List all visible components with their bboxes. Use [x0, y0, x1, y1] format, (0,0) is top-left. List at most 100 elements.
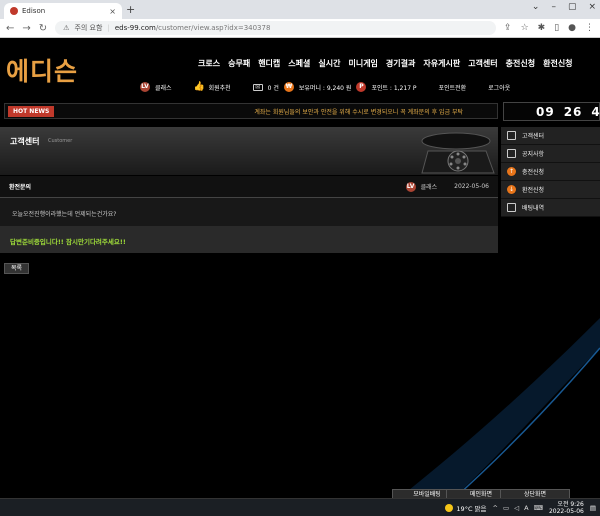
point-convert-link[interactable]: 포인트전환 [439, 83, 467, 92]
background-swoosh [398, 318, 600, 498]
side-menu-label: 고객센터 [522, 133, 545, 140]
post-body: 오늘오전진행이라했는데 언제되는건가요? [0, 198, 498, 226]
side-menu-item-support[interactable]: 고객센터 [501, 127, 600, 145]
reload-icon[interactable]: ↻ [39, 23, 47, 34]
date-text: 2022-05-06 [548, 507, 584, 515]
side-menu-item-bets[interactable]: 배팅내역 [501, 199, 600, 217]
favicon-icon [10, 7, 18, 15]
post-meta: LV 클래스 2022-05-06 [405, 181, 489, 192]
profile-icon[interactable]: ● [568, 23, 576, 33]
post-header: 환전문의 LV 클래스 2022-05-06 [0, 176, 498, 198]
post-author: 클래스 [420, 184, 438, 191]
tray-chevron-icon[interactable]: ^ [493, 504, 498, 512]
weather-widget[interactable]: 19°C 맑음 [445, 503, 487, 513]
clock-hours: 09 [536, 104, 555, 119]
back-icon[interactable]: ← [6, 23, 14, 34]
telephone-icon [421, 132, 495, 174]
extension-icon[interactable]: ✱ [538, 23, 546, 33]
nav-item[interactable]: 승무패 [228, 58, 250, 69]
logout-link[interactable]: 로그아웃 [488, 83, 510, 92]
window-controls: ⌄ – ▢ × [532, 2, 596, 12]
list-button[interactable]: 목록 [4, 263, 30, 274]
level-icon: LV [140, 82, 150, 92]
browser-tab[interactable]: Edison × [4, 3, 122, 19]
side-menu-label: 배팅내역 [522, 205, 545, 212]
recommend-link[interactable]: 회원추천 [209, 83, 231, 92]
address-bar[interactable]: ⚠ 주의 요함 | eds-99.com/customer/view.asp?i… [55, 21, 497, 35]
site-viewport: 에디슨 크로스 승무패 핸디캡 스페셜 실시간 미니게임 경기결과 자유게시판 … [0, 38, 600, 498]
browser-tab-bar: Edison × + ⌄ – ▢ × [0, 0, 600, 19]
nav-item[interactable]: 고객센터 [468, 58, 497, 69]
money-balance: 보유머니 : 9,240 원 [298, 84, 352, 92]
deposit-icon: ↑ [507, 167, 516, 176]
ime-indicator[interactable]: A [524, 504, 528, 512]
security-label: 주의 요함 [74, 24, 103, 32]
volume-icon[interactable]: ◁ [514, 504, 519, 512]
top-screen-button[interactable]: 상단화면 [500, 489, 570, 498]
new-tab-icon[interactable]: + [126, 3, 135, 16]
mail-icon: ✉ [252, 83, 263, 91]
star-icon[interactable]: ☆ [521, 23, 529, 33]
side-menu: 고객센터 공지사항 ↑ 충전신청 ↓ 환전신청 배팅내역 [501, 127, 600, 217]
nav-item[interactable]: 자유게시판 [423, 58, 460, 69]
nav-item[interactable]: 핸디캡 [258, 58, 280, 69]
sun-icon [445, 503, 454, 512]
notice-icon [507, 149, 516, 158]
sidepanel-icon[interactable]: ▯ [554, 23, 559, 33]
chat-icon [507, 131, 516, 140]
side-menu-item-notice[interactable]: 공지사항 [501, 145, 600, 163]
share-icon[interactable]: ⇪ [504, 23, 512, 33]
close-tab-icon[interactable]: × [109, 7, 116, 16]
datetime[interactable]: 오전 9:26 2022-05-06 [549, 501, 584, 515]
weather-text: 19°C 맑음 [456, 504, 487, 513]
network-icon[interactable]: ▭ [503, 504, 509, 512]
menu-icon[interactable]: ⋮ [585, 23, 594, 33]
forward-icon[interactable]: → [22, 23, 30, 34]
warning-icon: ⚠ [63, 24, 70, 32]
keyboard-icon[interactable]: ⌨ [534, 504, 543, 512]
list-icon [507, 203, 516, 212]
nav-item[interactable]: 경기결과 [386, 58, 415, 69]
notification-icon[interactable]: ▤ [590, 504, 596, 512]
nav-item[interactable]: 충전신청 [506, 58, 535, 69]
url-host: eds-99.com [114, 24, 156, 32]
minimize-icon[interactable]: – [551, 2, 556, 12]
level-icon: LV [405, 181, 416, 192]
system-tray: ^ ▭ ◁ A ⌨ [493, 504, 543, 512]
coin-icon: ₩ [283, 82, 294, 92]
maximize-icon[interactable]: ▢ [568, 2, 577, 12]
clock: 09 26 4 [503, 102, 600, 121]
side-menu-item-withdraw[interactable]: ↓ 환전신청 [501, 181, 600, 199]
nav-item[interactable]: 미니게임 [348, 58, 377, 69]
withdraw-icon: ↓ [507, 185, 516, 194]
hot-news-message: 계좌는 회원님들의 보안과 안전을 위해 수시로 변경되오니 꼭 계좌문의 후 … [254, 108, 464, 116]
page-header-banner: 고객센터 Customer [0, 127, 498, 175]
page-title: 고객센터 [10, 137, 40, 146]
time-text: 오전 9:26 [557, 500, 584, 508]
point-balance: 포인트 : 1,217 P [371, 84, 417, 92]
nav-item[interactable]: 환전신청 [543, 58, 572, 69]
url-path: /customer/view.asp?idx=340378 [155, 24, 271, 32]
os-taskbar: 19°C 맑음 ^ ▭ ◁ A ⌨ 오전 9:26 2022-05-06 ▤ [0, 498, 600, 516]
main-nav: 크로스 승무패 핸디캡 스페셜 실시간 미니게임 경기결과 자유게시판 고객센터… [198, 58, 573, 69]
side-menu-label: 환전신청 [522, 187, 545, 194]
nav-item[interactable]: 크로스 [198, 58, 220, 69]
page-subtitle: Customer [48, 138, 73, 144]
site-logo[interactable]: 에디슨 [6, 52, 78, 88]
nav-item[interactable]: 스페셜 [288, 58, 310, 69]
thumbs-up-icon: 👍 [193, 82, 205, 92]
browser-toolbar: ← → ↻ ⚠ 주의 요함 | eds-99.com/customer/view… [0, 19, 600, 38]
tab-title: Edison [22, 7, 46, 15]
nav-item[interactable]: 실시간 [318, 58, 340, 69]
post-answer: 답변준비중입니다!! 잠시만기다려주세요!! [0, 226, 498, 253]
point-icon: P [356, 82, 367, 92]
browser-actions: ⇪ ☆ ✱ ▯ ● ⋮ [504, 23, 594, 33]
chevron-down-icon[interactable]: ⌄ [532, 2, 540, 12]
side-menu-item-deposit[interactable]: ↑ 충전신청 [501, 163, 600, 181]
post-date: 2022-05-06 [454, 183, 489, 190]
hot-news-bar: HOT NEWS 계좌는 회원님들의 보안과 안전을 위해 수시로 변경되오니 … [4, 103, 498, 119]
hot-news-label: HOT NEWS [8, 105, 55, 117]
close-window-icon[interactable]: × [588, 2, 596, 12]
clock-seconds: 4 [591, 104, 600, 119]
message-count[interactable]: 0 건 [268, 83, 279, 92]
